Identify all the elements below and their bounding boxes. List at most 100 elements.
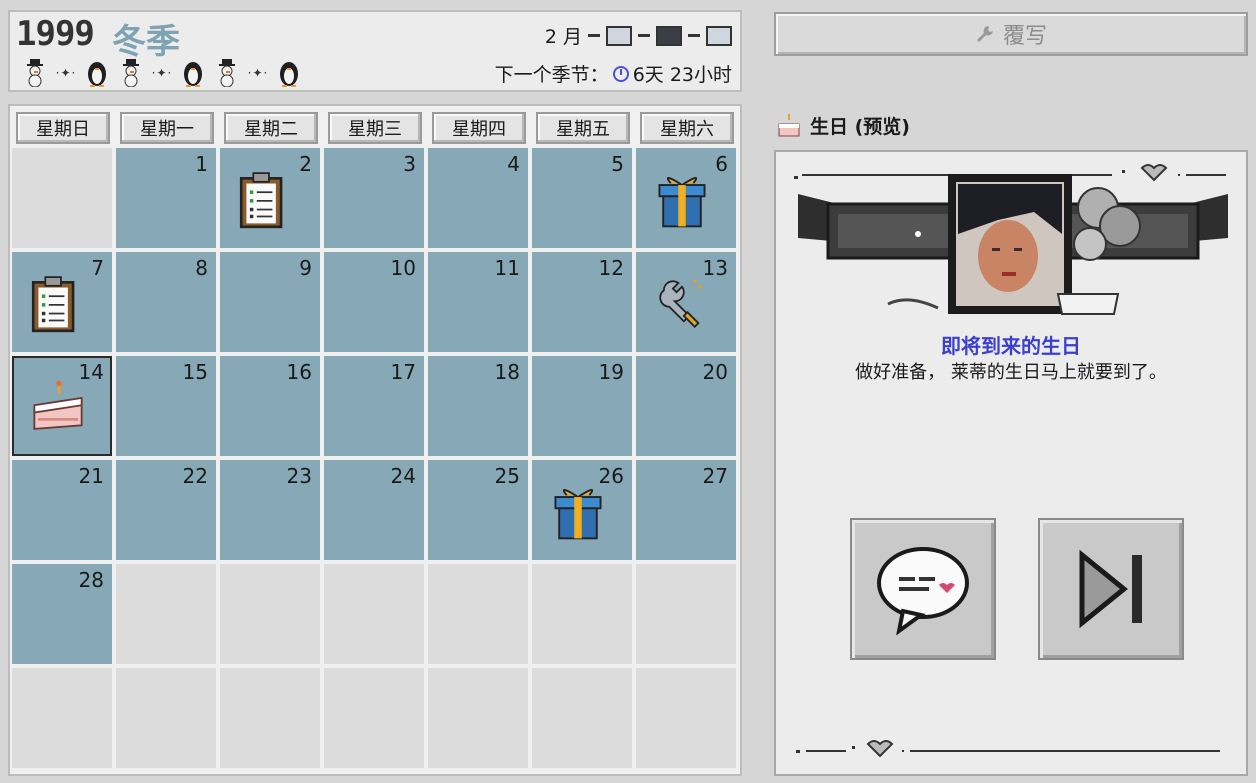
skip-button[interactable]: [1038, 518, 1184, 660]
calendar-empty-cell: [636, 668, 736, 768]
weekday-monday: 星期一: [120, 112, 214, 144]
calendar-empty-cell: [532, 564, 632, 664]
weekday-thursday: 星期四: [432, 112, 526, 144]
divider: [688, 34, 700, 37]
calendar-day-8[interactable]: 8: [116, 252, 216, 352]
calendar-day-12[interactable]: 12: [532, 252, 632, 352]
calendar-day-20[interactable]: 20: [636, 356, 736, 456]
day-number: 12: [598, 256, 624, 280]
calendar-empty-cell: [220, 668, 320, 768]
sparkle-icon: ·✦·: [247, 66, 269, 80]
next-season-countdown: 下一个季节： 6天 23小时: [495, 60, 732, 87]
weekday-header: 星期日 星期一 星期二 星期三 星期四 星期五 星期六: [14, 112, 736, 146]
weekday-wednesday: 星期三: [328, 112, 422, 144]
calendar-empty-cell: [12, 148, 112, 248]
snowman-icon: [116, 58, 146, 88]
overwrite-label: 覆写: [1002, 24, 1047, 49]
calendar-day-6[interactable]: 6: [636, 148, 736, 248]
divider: [588, 34, 600, 37]
calendar-day-17[interactable]: 17: [324, 356, 424, 456]
calendar-empty-cell: [324, 668, 424, 768]
day-number: 1: [195, 152, 208, 176]
sparkle-icon: ·✦·: [151, 66, 173, 80]
calendar-day-10[interactable]: 10: [324, 252, 424, 352]
snowman-icon: [212, 58, 242, 88]
season-header: 1999 冬季 ·✦· ·✦· ·✦· 2 月 下一个季节： 6天 23小时: [8, 10, 742, 92]
calendar-day-5[interactable]: 5: [532, 148, 632, 248]
calendar-day-4[interactable]: 4: [428, 148, 528, 248]
calendar-day-16[interactable]: 16: [220, 356, 320, 456]
day-number: 27: [702, 464, 728, 488]
winter-decoration-row: ·✦· ·✦· ·✦·: [20, 58, 440, 88]
calendar-day-7[interactable]: 7: [12, 252, 112, 352]
day-number: 4: [507, 152, 520, 176]
day-number: 17: [390, 360, 416, 384]
snowman-icon: [20, 58, 50, 88]
calendar-day-19[interactable]: 19: [532, 356, 632, 456]
weekday-tuesday: 星期二: [224, 112, 318, 144]
divider-ornament: [796, 740, 1220, 758]
calendar-day-13[interactable]: 13: [636, 252, 736, 352]
calendar-day-26[interactable]: 26: [532, 460, 632, 560]
speech-bubble-icon: [877, 547, 969, 635]
calendar-day-28[interactable]: 28: [12, 564, 112, 664]
calendar-day-15[interactable]: 15: [116, 356, 216, 456]
week-chip-icon: [606, 25, 632, 46]
gift-icon: [652, 170, 712, 236]
wrench-icon: [652, 274, 712, 340]
divider: [638, 34, 650, 37]
day-number: 22: [182, 464, 208, 488]
day-number: 23: [286, 464, 312, 488]
day-number: 2: [299, 152, 312, 176]
talk-button[interactable]: [850, 518, 996, 660]
calendar-day-18[interactable]: 18: [428, 356, 528, 456]
weekday-sunday: 星期日: [16, 112, 110, 144]
day-number: 20: [702, 360, 728, 384]
calendar-day-25[interactable]: 25: [428, 460, 528, 560]
day-number: 7: [91, 256, 104, 280]
day-number: 5: [611, 152, 624, 176]
calendar-day-24[interactable]: 24: [324, 460, 424, 560]
day-number: 19: [598, 360, 624, 384]
calendar-empty-cell: [428, 668, 528, 768]
calendar-empty-cell: [12, 668, 112, 768]
birthday-banner: [798, 174, 1228, 315]
preview-heading: 生日 (预览): [776, 112, 910, 139]
calendar-day-22[interactable]: 22: [116, 460, 216, 560]
month-label: 2 月: [544, 26, 582, 48]
calendar-empty-cell: [220, 564, 320, 664]
calendar-empty-cell: [116, 564, 216, 664]
day-number: 16: [286, 360, 312, 384]
next-season-value: 6天 23小时: [632, 64, 732, 86]
week-chip-icon: [656, 25, 682, 46]
calendar-day-2[interactable]: 2: [220, 148, 320, 248]
day-number: 24: [390, 464, 416, 488]
event-description: 做好准备， 莱蒂的生日马上就要到了。: [855, 362, 1167, 383]
calendar-day-9[interactable]: 9: [220, 252, 320, 352]
calendar-empty-cell: [324, 564, 424, 664]
gift-icon: [548, 482, 608, 548]
calendar-empty-cell: [532, 668, 632, 768]
overwrite-button[interactable]: 覆写: [774, 12, 1248, 56]
calendar-day-14[interactable]: 14: [12, 356, 112, 456]
calendar-day-1[interactable]: 1: [116, 148, 216, 248]
calendar-panel: 星期日 星期一 星期二 星期三 星期四 星期五 星期六 1 2 3 4 5 6 7 8 9 10 1…: [8, 104, 742, 776]
calendar-day-23[interactable]: 23: [220, 460, 320, 560]
event-title: 即将到来的生日: [941, 334, 1081, 358]
weekday-saturday: 星期六: [640, 112, 734, 144]
wrench-icon: [976, 26, 993, 42]
day-number: 6: [715, 152, 728, 176]
calendar-day-21[interactable]: 21: [12, 460, 112, 560]
day-number: 8: [195, 256, 208, 280]
cake-icon: [778, 113, 800, 136]
calendar-day-3[interactable]: 3: [324, 148, 424, 248]
day-number: 15: [182, 360, 208, 384]
calendar-day-27[interactable]: 27: [636, 460, 736, 560]
day-number: 21: [78, 464, 104, 488]
day-number: 3: [403, 152, 416, 176]
day-number: 11: [494, 256, 520, 280]
month-indicator: 2 月: [545, 22, 732, 49]
day-number: 28: [78, 568, 104, 592]
calendar-day-11[interactable]: 11: [428, 252, 528, 352]
weekday-friday: 星期五: [536, 112, 630, 144]
